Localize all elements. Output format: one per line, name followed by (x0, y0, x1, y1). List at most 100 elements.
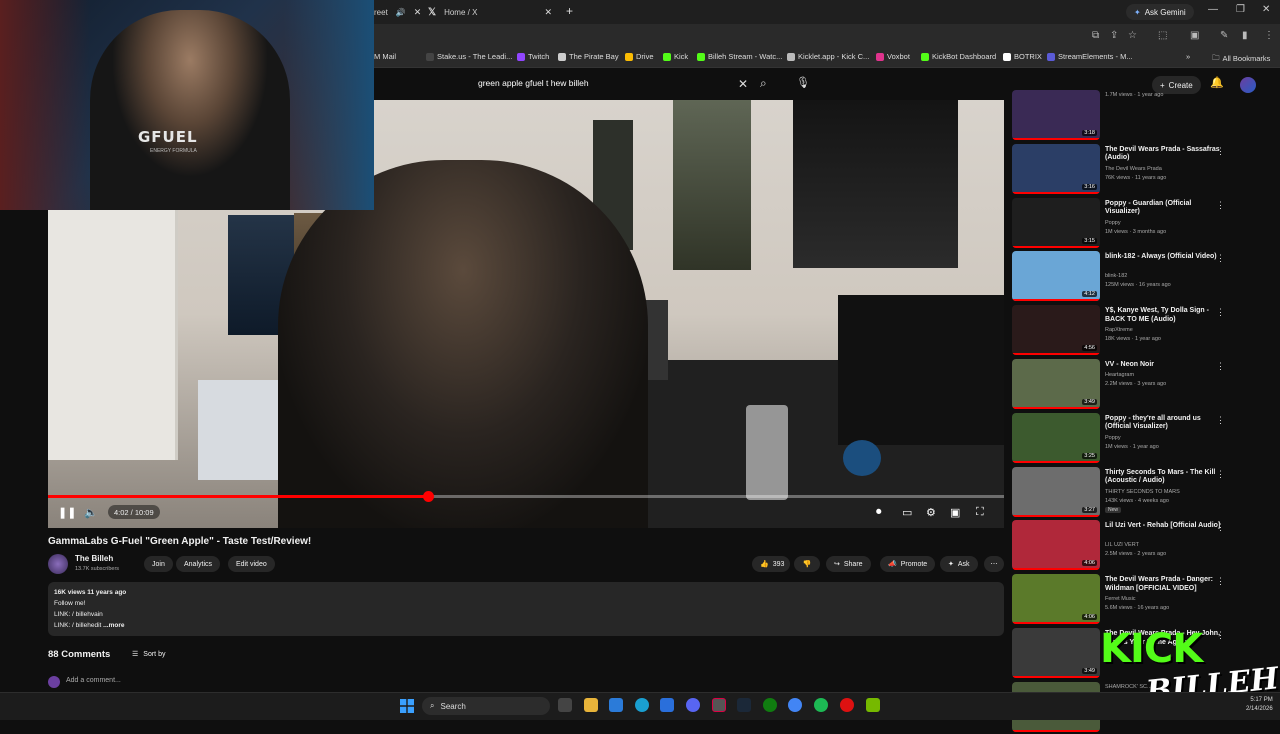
show-more-link[interactable]: ...more (103, 622, 124, 629)
progress-scrubber[interactable] (422, 491, 434, 502)
video-thumbnail[interactable]: 3:49 (1012, 628, 1100, 678)
bookmark-item[interactable]: Stake.us - The Leadi... (426, 52, 512, 61)
recommended-video[interactable]: 3:27 Thirty Seconds To Mars - The Kill (A… (1012, 466, 1232, 519)
recommended-video[interactable]: 4:12 blink-182 - Always (Official Video) b… (1012, 251, 1232, 303)
video-title[interactable]: Thirty Seconds To Mars - The Kill (Acous… (1105, 469, 1225, 486)
join-button[interactable]: Join (144, 556, 173, 572)
discord-icon[interactable] (686, 698, 700, 712)
chrome-icon[interactable] (788, 698, 802, 712)
captions-icon[interactable]: ▭ (902, 506, 912, 519)
video-thumbnail[interactable]: 3:15 (1012, 197, 1100, 248)
x-app-icon[interactable] (712, 698, 726, 712)
channel-name[interactable]: blink-182 (1105, 273, 1127, 279)
bookmarks-overflow-icon[interactable]: » (1186, 52, 1190, 61)
recommended-video[interactable]: 4:06 The Devil Wears Prada - Danger: Wild… (1012, 574, 1232, 626)
video-thumbnail[interactable]: 3:16 (1012, 143, 1100, 194)
video-menu-icon[interactable]: ⋮ (1216, 469, 1225, 480)
add-comment-input[interactable]: Add a comment... (66, 677, 121, 684)
video-title[interactable]: Poppy - Guardian (Official Visualizer) (1105, 200, 1225, 217)
fullscreen-icon[interactable]: ⛶ (976, 506, 984, 519)
search-input[interactable]: green apple gfuel t hew billeh (470, 74, 782, 96)
task-view-icon[interactable] (558, 698, 572, 712)
maximize-icon[interactable]: ❐ (1236, 4, 1245, 15)
video-thumbnail[interactable]: 3:27 (1012, 466, 1100, 517)
video-menu-icon[interactable]: ⋮ (1216, 200, 1225, 211)
clear-search-icon[interactable]: ✕ (738, 77, 748, 91)
bookmark-item[interactable]: Kicklet.app - Kick C... (787, 52, 869, 61)
search-icon[interactable]: ⌕ (760, 76, 767, 91)
video-menu-icon[interactable]: ⋮ (1216, 361, 1225, 372)
tab-partial[interactable]: reet 🔊 ✕ (374, 3, 421, 21)
notifications-bell-icon[interactable]: 🔔 (1210, 76, 1224, 89)
analytics-button[interactable]: Analytics (176, 556, 221, 572)
channel-name[interactable]: The Billeh (75, 554, 113, 563)
recommended-video[interactable]: 3:25 Poppy - they're all around us (Offic… (1012, 412, 1232, 465)
channel-name[interactable]: THIRTY SECONDS TO MARS (1105, 489, 1180, 495)
menu-dots-icon[interactable]: ⋮ (1264, 30, 1274, 41)
video-menu-icon[interactable]: ⋮ (1216, 415, 1225, 426)
bookmark-item[interactable]: Voxbot (876, 52, 910, 61)
video-title[interactable]: VV - Neon Noir (1105, 361, 1225, 370)
like-button[interactable]: 👍 393 (752, 556, 791, 572)
description-box[interactable]: 16K views 11 years ago Follow me! LINK: … (48, 582, 1004, 636)
channel-avatar[interactable] (48, 554, 68, 574)
bookmark-item[interactable]: The Pirate Bay (558, 52, 619, 61)
channel-name[interactable]: Ferret Music (1105, 596, 1136, 602)
profile-icon[interactable]: ▮ (1242, 30, 1248, 41)
video-menu-icon[interactable]: ⋮ (1216, 576, 1225, 587)
settings-gear-icon[interactable]: ⚙ (926, 506, 936, 519)
sort-by-button[interactable]: ☰ Sort by (132, 650, 165, 659)
bookmark-item[interactable]: KickBot Dashboard (921, 52, 996, 61)
progress-bar[interactable] (48, 491, 1004, 502)
taskbar-search[interactable]: ⌕ Search (422, 697, 550, 715)
video-thumbnail[interactable]: 3:49 (1012, 359, 1100, 409)
bookmark-item[interactable]: M Mail (374, 52, 396, 61)
channel-name[interactable]: Poppy (1105, 435, 1121, 441)
spotify-icon[interactable] (814, 698, 828, 712)
promote-button[interactable]: 📣 Promote (880, 556, 936, 572)
file-explorer-icon[interactable] (584, 698, 598, 712)
bookmark-item[interactable]: Billeh Stream - Watc... (697, 52, 782, 61)
edge-icon[interactable] (635, 698, 649, 712)
video-thumbnail[interactable]: 4:56 (1012, 305, 1100, 356)
channel-name[interactable]: LIL UZI VERT (1105, 542, 1139, 548)
pen-icon[interactable]: ✎ (1220, 30, 1228, 41)
video-thumbnail[interactable]: 3:18 (1012, 90, 1100, 140)
side-panel-icon[interactable]: ▣ (1190, 30, 1199, 41)
share-page-icon[interactable]: ⇪ (1110, 30, 1118, 41)
extensions-icon[interactable]: ⬚ (1158, 30, 1167, 41)
new-tab-button[interactable]: + (566, 4, 573, 18)
all-bookmarks[interactable]: 🗀 All Bookmarks (1212, 52, 1270, 65)
video-title[interactable]: Y$, Kanye West, Ty Dolla Sign - BACK TO … (1105, 307, 1225, 324)
more-actions-icon[interactable]: ⋯ (984, 556, 1004, 572)
recommended-video[interactable]: 3:16 The Devil Wears Prada - Sassafras (A… (1012, 143, 1232, 196)
recommended-video[interactable]: 3:18 1.7M views · 1 year ago (1012, 90, 1232, 142)
miniplayer-icon[interactable]: ▣ (950, 506, 960, 519)
channel-name[interactable]: RapXtreme (1105, 327, 1133, 333)
video-title[interactable]: Poppy - they're all around us (Official … (1105, 415, 1225, 432)
video-thumbnail[interactable]: 4:06 (1012, 574, 1100, 625)
minimize-icon[interactable]: — (1208, 4, 1218, 15)
outlook-icon[interactable] (660, 698, 674, 712)
store-icon[interactable] (609, 698, 623, 712)
video-thumbnail[interactable]: 4:06 (1012, 520, 1100, 571)
recommended-video[interactable]: 4:56 Y$, Kanye West, Ty Dolla Sign - BACK… (1012, 305, 1232, 357)
system-clock[interactable]: 5:17 PM 2/14/2026 (1246, 696, 1273, 714)
video-title[interactable]: Lil Uzi Vert - Rehab [Official Audio] (1105, 522, 1225, 531)
bookmark-star-icon[interactable]: ☆ (1128, 30, 1137, 41)
microphone-icon[interactable]: 🎙 (796, 76, 810, 92)
video-menu-icon[interactable]: ⋮ (1216, 146, 1225, 157)
channel-name[interactable]: Heartagram (1105, 372, 1134, 378)
share-button[interactable]: ↪ Share (826, 556, 871, 572)
pause-icon[interactable]: ❚❚ (58, 506, 76, 519)
autoplay-toggle[interactable]: ⏺ (876, 506, 882, 519)
video-menu-icon[interactable]: ⋮ (1216, 253, 1225, 264)
bookmark-item[interactable]: BOTRIX (1003, 52, 1042, 61)
ask-gemini-button[interactable]: ✦ Ask Gemini (1126, 4, 1194, 20)
recommended-video[interactable]: 3:15 Poppy - Guardian (Official Visualize… (1012, 197, 1232, 250)
video-title[interactable]: The Devil Wears Prada - Danger: Wildman … (1105, 576, 1225, 593)
video-menu-icon[interactable]: ⋮ (1216, 522, 1225, 533)
bookmark-item[interactable]: Drive (625, 52, 654, 61)
xbox-icon[interactable] (763, 698, 777, 712)
edit-video-button[interactable]: Edit video (228, 556, 275, 572)
